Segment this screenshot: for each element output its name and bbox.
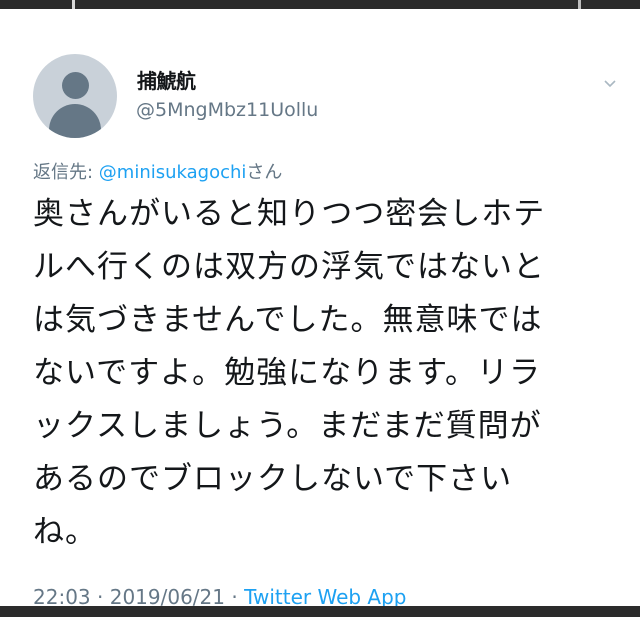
avatar-head xyxy=(62,72,89,99)
screenshot-frame: 捕鯱航 @5MngMbz11Uollu 返信先: @minisukagochiさ… xyxy=(0,0,640,617)
author-display-name[interactable]: 捕鯱航 xyxy=(137,65,196,94)
avatar-body xyxy=(49,104,101,138)
chevron-down-icon[interactable] xyxy=(604,77,616,89)
author-handle[interactable]: @5MngMbz11Uollu xyxy=(136,99,318,121)
tweet-text-line: ルへ行くのは双方の浮気ではないと xyxy=(33,249,545,285)
tweet-text-line: 奥さんがいると知りつつ密会しホテ xyxy=(33,196,546,232)
reply-to-mention[interactable]: @minisukagochi xyxy=(99,162,247,183)
reply-to-suffix: さん xyxy=(246,162,283,183)
default-avatar-icon[interactable] xyxy=(33,54,117,138)
top-bar-mark xyxy=(578,0,581,9)
tweet-text-line: ックスしましょう。まだまだ質問が xyxy=(33,408,542,444)
tweet-card[interactable]: 捕鯱航 @5MngMbz11Uollu 返信先: @minisukagochiさ… xyxy=(0,9,640,609)
tweet-text-line: ね。 xyxy=(33,514,97,550)
tweet-text: 奥さんがいると知りつつ密会しホテ ルへ行くのは双方の浮気ではないと は気づきませ… xyxy=(33,188,623,559)
tweet-text-line: は気づきませんでした。無意味では xyxy=(33,302,543,338)
tweet-text-line: あるのでブロックしないで下さい xyxy=(33,461,513,497)
reply-to-prefix: 返信先: xyxy=(33,162,99,183)
tweet-text-line: ないですよ。勉強になります。リラ xyxy=(33,355,541,391)
reply-to-line: 返信先: @minisukagochiさん xyxy=(33,158,282,184)
bottom-bar xyxy=(0,606,640,617)
top-bar xyxy=(0,0,640,30)
